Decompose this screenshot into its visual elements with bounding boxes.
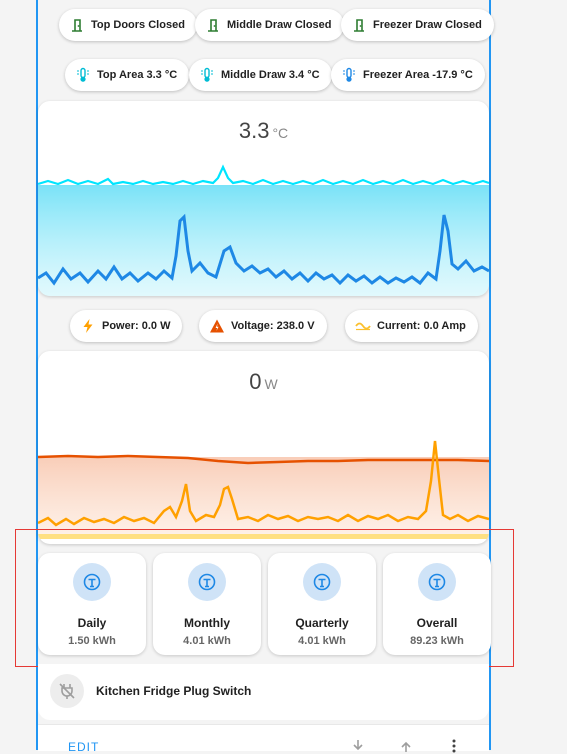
chip-freezer-draw[interactable]: Freezer Draw Closed (341, 9, 494, 41)
energy-label: Daily (77, 616, 107, 630)
door-closed-icon (69, 17, 85, 33)
temperature-line-top (38, 164, 489, 186)
chip-voltage[interactable]: Voltage: 238.0 V (199, 310, 327, 342)
chip-label: Middle Draw 3.4 °C (221, 69, 320, 81)
fridge-switch-row[interactable]: Kitchen Fridge Plug Switch (38, 664, 489, 720)
current-ac-icon (355, 318, 371, 334)
thermometer-icon (341, 67, 357, 83)
switch-label: Kitchen Fridge Plug Switch (96, 684, 252, 698)
energy-meter-icon (188, 563, 226, 601)
card-action-bar: EDIT (38, 724, 489, 754)
power-area-fill (38, 457, 489, 534)
chip-label: Power: 0.0 W (102, 320, 171, 332)
upload-icon[interactable] (399, 739, 413, 753)
energy-meter-icon (303, 563, 341, 601)
energy-value: 4.01 kWh (298, 635, 346, 647)
power-sparkline (38, 440, 489, 539)
chip-label: Freezer Area -17.9 °C (363, 69, 473, 81)
energy-quarterly-tile[interactable]: Quarterly 4.01 kWh (268, 553, 376, 655)
thermometer-icon (75, 67, 91, 83)
chip-middle-draw[interactable]: Middle Draw Closed (195, 9, 344, 41)
temperature-sparkline (38, 164, 489, 296)
chip-top-area-temp[interactable]: Top Area 3.3 °C (65, 59, 190, 91)
chip-top-doors[interactable]: Top Doors Closed (59, 9, 197, 41)
chip-middle-draw-temp[interactable]: Middle Draw 3.4 °C (189, 59, 332, 91)
chip-label: Top Area 3.3 °C (97, 69, 178, 81)
energy-meter-icon (73, 563, 111, 601)
energy-label: Quarterly (295, 616, 349, 630)
edit-button[interactable]: EDIT (68, 740, 99, 754)
flash-icon (80, 318, 96, 334)
thermometer-icon (199, 67, 215, 83)
energy-label: Monthly (184, 616, 230, 630)
door-closed-icon (351, 17, 367, 33)
energy-value: 89.23 kWh (410, 635, 464, 647)
chip-label: Middle Draw Closed (227, 19, 332, 31)
warning-flash-icon (209, 318, 225, 334)
energy-value: 1.50 kWh (68, 635, 116, 647)
power-baseline (38, 534, 489, 539)
power-plug-off-icon[interactable] (50, 674, 84, 708)
energy-daily-tile[interactable]: Daily 1.50 kWh (38, 553, 146, 655)
chip-label: Current: 0.0 Amp (377, 320, 466, 332)
chip-label: Freezer Draw Closed (373, 19, 482, 31)
chip-power[interactable]: Power: 0.0 W (70, 310, 183, 342)
temperature-graph-card[interactable]: 3.3 °C (38, 101, 489, 296)
door-closed-icon (205, 17, 221, 33)
energy-overall-tile[interactable]: Overall 89.23 kWh (383, 553, 491, 655)
download-icon[interactable] (351, 739, 365, 753)
energy-meter-icon (418, 563, 456, 601)
energy-value: 4.01 kWh (183, 635, 231, 647)
chip-current[interactable]: Current: 0.0 Amp (345, 310, 478, 342)
energy-monthly-tile[interactable]: Monthly 4.01 kWh (153, 553, 261, 655)
chip-label: Voltage: 238.0 V (231, 320, 315, 332)
more-vert-icon[interactable] (447, 739, 461, 753)
power-graph-card[interactable]: 0W (38, 351, 489, 544)
energy-label: Overall (416, 616, 458, 630)
chip-freezer-area-temp[interactable]: Freezer Area -17.9 °C (331, 59, 485, 91)
chip-label: Top Doors Closed (91, 19, 185, 31)
